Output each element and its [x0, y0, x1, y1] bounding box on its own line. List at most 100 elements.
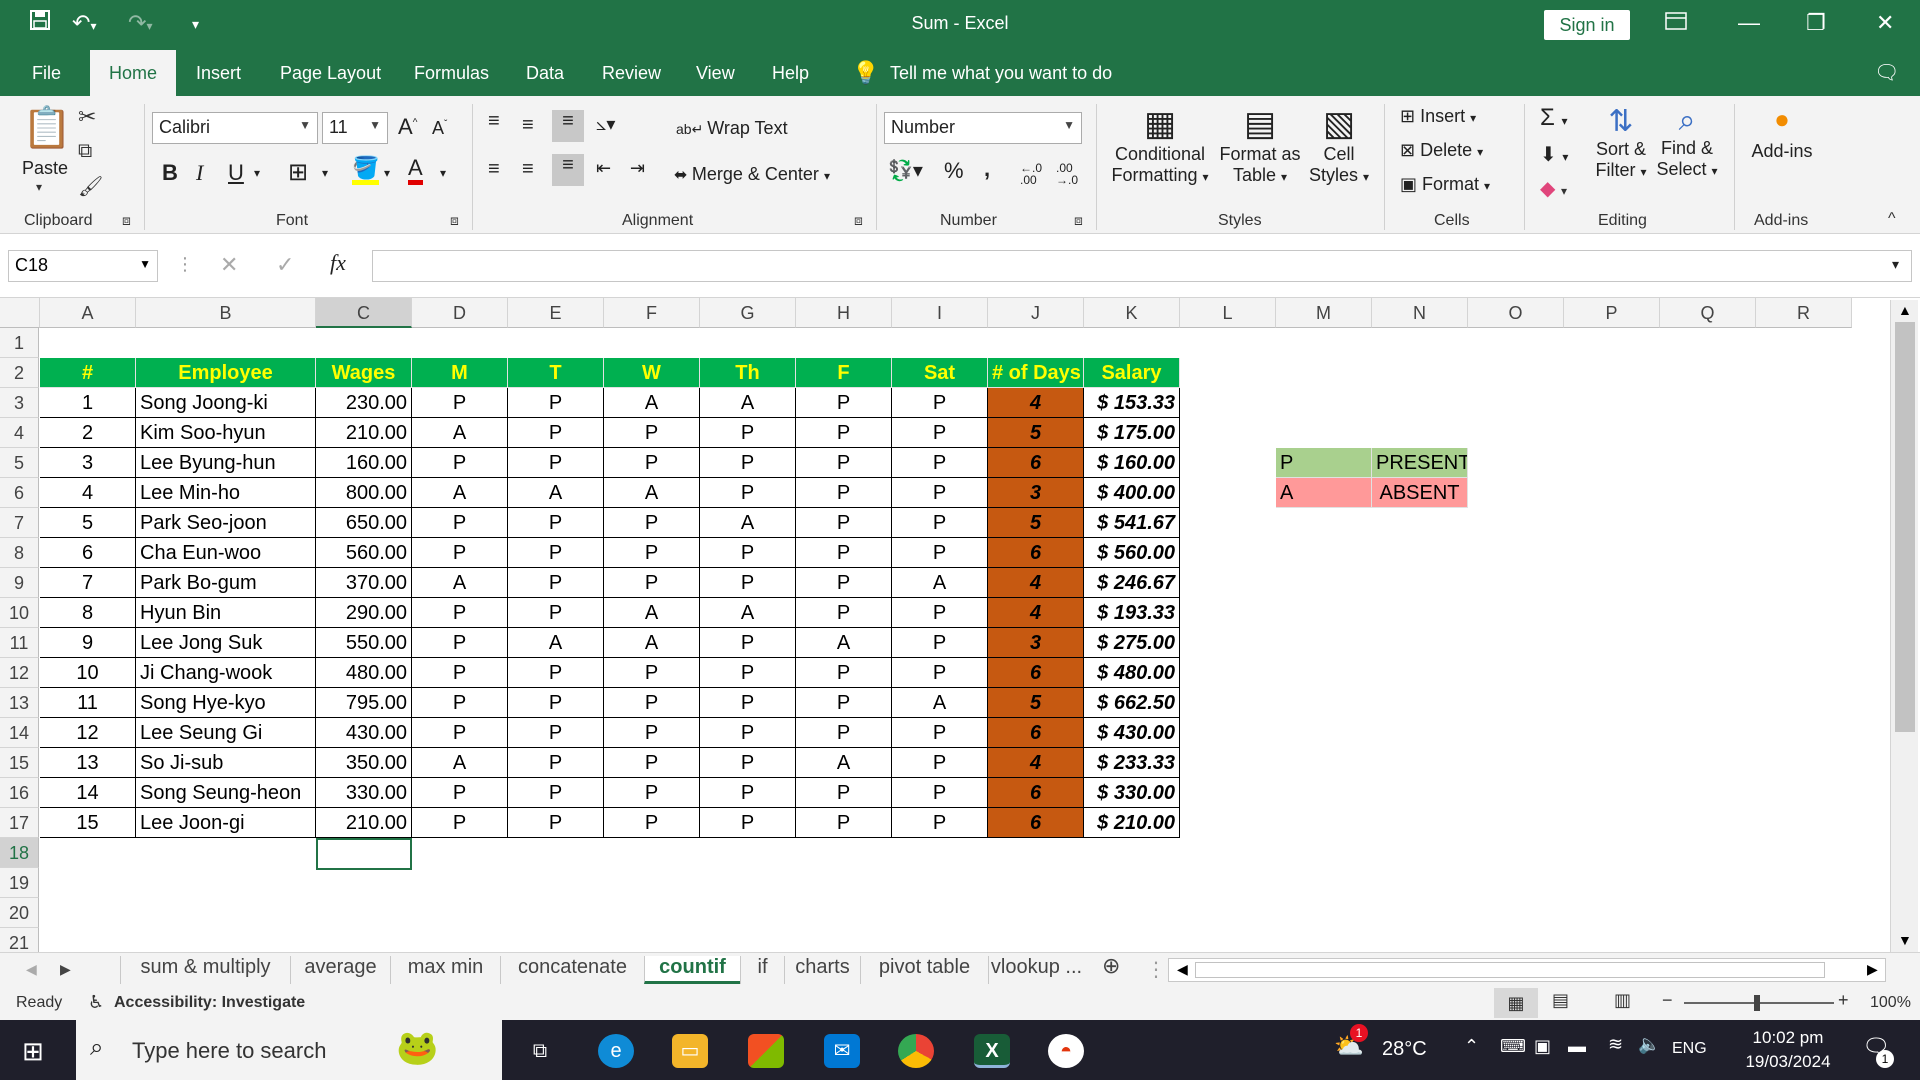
select-all-corner[interactable]: [0, 298, 40, 328]
table-header-cell[interactable]: Th: [700, 358, 796, 388]
cell-sat[interactable]: P: [892, 598, 988, 628]
cell-sat[interactable]: P: [892, 418, 988, 448]
decrease-indent-icon[interactable]: ⇤: [596, 158, 611, 179]
cell-employee[interactable]: Lee Seung Gi: [136, 718, 316, 748]
font-color-icon[interactable]: A: [408, 156, 423, 185]
tab-home[interactable]: Home: [90, 50, 176, 96]
insert-cells-button[interactable]: ⊞ Insert ▾: [1400, 106, 1476, 127]
legend-code-cell[interactable]: A: [1276, 478, 1372, 508]
row-header-21[interactable]: 21: [0, 928, 39, 952]
cell-tue[interactable]: P: [508, 598, 604, 628]
percent-icon[interactable]: %: [944, 158, 964, 184]
column-header-r[interactable]: R: [1756, 298, 1852, 328]
cell-employee[interactable]: Song Seung-heon: [136, 778, 316, 808]
volume-icon[interactable]: 🔈: [1638, 1034, 1660, 1055]
increase-font-icon[interactable]: A^: [398, 114, 417, 140]
paste-icon[interactable]: 📋: [22, 104, 72, 151]
cell-wages[interactable]: 550.00: [316, 628, 412, 658]
ribbon-display-icon[interactable]: [1665, 10, 1687, 36]
cell-days[interactable]: 3: [988, 478, 1084, 508]
cell-wed[interactable]: P: [604, 568, 700, 598]
cell-index[interactable]: 4: [40, 478, 136, 508]
delete-cells-button[interactable]: ⊠ Delete ▾: [1400, 140, 1483, 161]
paste-button-label[interactable]: Paste: [22, 158, 68, 179]
cell-tue[interactable]: P: [508, 388, 604, 418]
enter-icon[interactable]: ✓: [276, 252, 294, 278]
cell-thu[interactable]: A: [700, 508, 796, 538]
cell-fri[interactable]: P: [796, 568, 892, 598]
column-header-h[interactable]: H: [796, 298, 892, 328]
sheet-tab-average[interactable]: average: [290, 956, 390, 984]
cell-thu[interactable]: P: [700, 418, 796, 448]
temperature[interactable]: 28°C: [1382, 1038, 1427, 1061]
sheet-tab-max-min[interactable]: max min: [390, 956, 500, 984]
cell-employee[interactable]: Kim Soo-hyun: [136, 418, 316, 448]
cell-wed[interactable]: A: [604, 388, 700, 418]
cell-days[interactable]: 4: [988, 568, 1084, 598]
autosum-icon[interactable]: Σ ▾: [1540, 104, 1568, 132]
cell-wages[interactable]: 370.00: [316, 568, 412, 598]
row-header-9[interactable]: 9: [0, 568, 39, 598]
cell-sat[interactable]: P: [892, 748, 988, 778]
cell-thu[interactable]: P: [700, 808, 796, 838]
column-header-m[interactable]: M: [1276, 298, 1372, 328]
accounting-format-icon[interactable]: 💱▾: [888, 158, 923, 183]
cell-wages[interactable]: 230.00: [316, 388, 412, 418]
column-header-f[interactable]: F: [604, 298, 700, 328]
paste-dropdown-icon[interactable]: ▾: [36, 180, 42, 194]
cell-thu[interactable]: P: [700, 748, 796, 778]
row-header-14[interactable]: 14: [0, 718, 39, 748]
cell-wed[interactable]: P: [604, 688, 700, 718]
cell-employee[interactable]: So Ji-sub: [136, 748, 316, 778]
cell-salary[interactable]: $ 560.00: [1084, 538, 1180, 568]
table-header-cell[interactable]: Employee: [136, 358, 316, 388]
scroll-right-icon[interactable]: ▶: [1867, 961, 1878, 978]
cell-index[interactable]: 15: [40, 808, 136, 838]
cell-tue[interactable]: P: [508, 808, 604, 838]
cell-fri[interactable]: P: [796, 808, 892, 838]
cell-salary[interactable]: $ 330.00: [1084, 778, 1180, 808]
cell-salary[interactable]: $ 210.00: [1084, 808, 1180, 838]
cell-fri[interactable]: P: [796, 388, 892, 418]
cell-index[interactable]: 7: [40, 568, 136, 598]
fill-icon[interactable]: ⬇ ▾: [1540, 142, 1568, 167]
sheet-tab-concatenate[interactable]: concatenate: [500, 956, 644, 984]
cell-tue[interactable]: A: [508, 478, 604, 508]
cell-fri[interactable]: P: [796, 448, 892, 478]
table-header-cell[interactable]: F: [796, 358, 892, 388]
cancel-icon[interactable]: ✕: [220, 252, 238, 278]
tab-review[interactable]: Review: [602, 63, 661, 84]
insert-function-icon[interactable]: fx: [330, 250, 346, 276]
vertical-scrollbar-track[interactable]: ▲ ▼: [1890, 300, 1918, 954]
cell-employee[interactable]: Lee Min-ho: [136, 478, 316, 508]
sign-in-button[interactable]: Sign in: [1544, 10, 1630, 40]
cell-mon[interactable]: A: [412, 748, 508, 778]
cell-wages[interactable]: 350.00: [316, 748, 412, 778]
table-header-cell[interactable]: # of Days: [988, 358, 1084, 388]
row-header-1[interactable]: 1: [0, 328, 39, 358]
cell-sat[interactable]: P: [892, 538, 988, 568]
mail-icon[interactable]: ✉: [824, 1034, 860, 1068]
cell-tue[interactable]: P: [508, 418, 604, 448]
cell-wages[interactable]: 800.00: [316, 478, 412, 508]
cell-tue[interactable]: P: [508, 658, 604, 688]
column-header-d[interactable]: D: [412, 298, 508, 328]
cell-sat[interactable]: A: [892, 568, 988, 598]
cell-sat[interactable]: P: [892, 508, 988, 538]
sheet-tab-vlookup[interactable]: vlookup ...: [988, 956, 1084, 984]
cell-sat[interactable]: P: [892, 448, 988, 478]
clock-date[interactable]: 19/03/2024: [1732, 1052, 1844, 1072]
table-header-cell[interactable]: T: [508, 358, 604, 388]
pokeball-icon[interactable]: ◓: [1048, 1034, 1084, 1068]
name-box[interactable]: C18 ▼: [8, 250, 158, 282]
format-as-table-button[interactable]: ▤ Format as Table ▾: [1218, 104, 1302, 208]
cell-wed[interactable]: P: [604, 778, 700, 808]
decrease-font-icon[interactable]: Aˇ: [432, 118, 447, 139]
cell-wed[interactable]: P: [604, 658, 700, 688]
tab-data[interactable]: Data: [526, 63, 564, 84]
cell-wages[interactable]: 650.00: [316, 508, 412, 538]
cell-index[interactable]: 11: [40, 688, 136, 718]
cell-wages[interactable]: 330.00: [316, 778, 412, 808]
wrap-text-button[interactable]: ab↵ Wrap Text: [676, 118, 788, 139]
zoom-slider-thumb[interactable]: [1754, 995, 1760, 1011]
